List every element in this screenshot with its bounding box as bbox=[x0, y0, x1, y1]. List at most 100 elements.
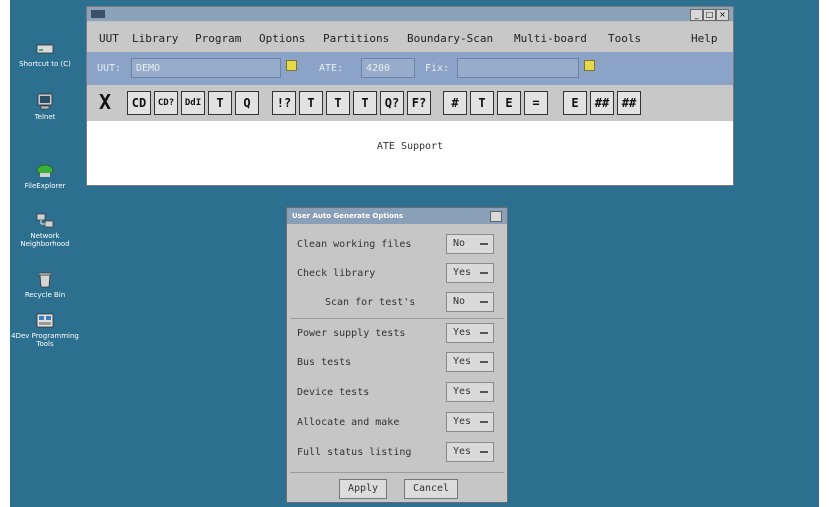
dropdown-indicator-icon bbox=[480, 391, 488, 393]
scan-for-tests-select[interactable]: No bbox=[446, 292, 494, 312]
dropdown-indicator-icon bbox=[480, 332, 488, 334]
dropdown-indicator-icon bbox=[480, 421, 488, 423]
dropdown-indicator-icon bbox=[480, 272, 488, 274]
menu-multi-board[interactable]: Multi-board bbox=[514, 32, 587, 45]
menu-library[interactable]: Library bbox=[132, 32, 178, 45]
report-icon[interactable]: E bbox=[563, 91, 587, 115]
menu-options[interactable]: Options bbox=[259, 32, 305, 45]
fix-dropdown-icon[interactable] bbox=[584, 60, 595, 71]
dropdown-indicator-icon bbox=[480, 243, 488, 245]
option-label: Power supply tests bbox=[297, 328, 406, 339]
option-label: Full status listing bbox=[297, 447, 412, 458]
dialog-close-button[interactable] bbox=[490, 211, 502, 222]
clean-working-files-select[interactable]: No bbox=[446, 234, 494, 254]
probe-icon[interactable]: T bbox=[299, 91, 323, 115]
option-value: Yes bbox=[453, 446, 472, 457]
full-status-listing-select[interactable]: Yes bbox=[446, 442, 494, 462]
option-value: Yes bbox=[453, 327, 472, 338]
minimize-button[interactable]: _ bbox=[690, 9, 703, 21]
fixture-icon[interactable]: = bbox=[524, 91, 548, 115]
divider bbox=[290, 318, 504, 319]
option-value: Yes bbox=[453, 356, 472, 367]
programming-tools-icon bbox=[36, 313, 54, 328]
test-pin-icon[interactable]: T bbox=[326, 91, 350, 115]
option-label: Check library bbox=[297, 268, 376, 279]
option-value: Yes bbox=[453, 267, 472, 278]
main-window: _ □ × UUT Library Program Options Partit… bbox=[86, 6, 734, 186]
power-supply-tests-select[interactable]: Yes bbox=[446, 323, 494, 343]
tester-icon[interactable]: T bbox=[470, 91, 494, 115]
fault-query-icon[interactable]: F? bbox=[407, 91, 431, 115]
magnify-icon[interactable]: Q bbox=[235, 91, 259, 115]
bus-tests-select[interactable]: Yes bbox=[446, 352, 494, 372]
close-x-icon[interactable]: X bbox=[93, 91, 117, 115]
menu-bar: UUT Library Program Options Partitions B… bbox=[87, 22, 733, 52]
uut-dropdown-icon[interactable] bbox=[286, 60, 297, 71]
ate-label: ATE: bbox=[319, 63, 344, 74]
matrix-icon[interactable]: ## bbox=[617, 91, 641, 115]
fix-field[interactable] bbox=[457, 58, 579, 78]
option-value: No bbox=[453, 238, 466, 249]
ate-select[interactable]: 4200 bbox=[361, 58, 415, 78]
menu-uut[interactable]: UUT bbox=[99, 32, 119, 45]
option-row-device-tests: Device tests Yes bbox=[287, 380, 507, 406]
menu-help[interactable]: Help bbox=[691, 32, 718, 45]
desktop-icon-label: 4Dev Programming Tools bbox=[11, 332, 79, 348]
grid-icon[interactable]: ## bbox=[590, 91, 614, 115]
option-row-check-library: Check library Yes bbox=[287, 261, 507, 287]
terminal-icon bbox=[37, 93, 53, 110]
dropdown-indicator-icon bbox=[480, 451, 488, 453]
uut-field[interactable]: DEMO bbox=[131, 58, 281, 78]
app-logo-icon bbox=[91, 10, 105, 18]
option-label: Device tests bbox=[297, 387, 370, 398]
menu-program[interactable]: Program bbox=[195, 32, 241, 45]
cancel-button[interactable]: Cancel bbox=[404, 479, 458, 499]
desktop-icon-shortcut-c[interactable]: Shortcut to (C) bbox=[10, 40, 80, 68]
cd-query-icon[interactable]: CD? bbox=[154, 91, 178, 115]
option-row-scan-for-tests: Scan for test's No bbox=[287, 290, 507, 316]
network-icon bbox=[36, 213, 54, 228]
device-tests-select[interactable]: Yes bbox=[446, 382, 494, 402]
option-value: No bbox=[453, 296, 466, 307]
desktop-icon-programming-tools[interactable]: 4Dev Programming Tools bbox=[10, 312, 80, 348]
menu-partitions[interactable]: Partitions bbox=[323, 32, 389, 45]
menu-boundary-scan[interactable]: Boundary-Scan bbox=[407, 32, 493, 45]
option-label: Clean working files bbox=[297, 239, 412, 250]
apply-button[interactable]: Apply bbox=[339, 479, 387, 499]
toolbar: X CD CD? DdI T Q !? T T T Q? F? # T E = … bbox=[87, 85, 733, 121]
check-library-select[interactable]: Yes bbox=[446, 263, 494, 283]
desktop-icon-telnet[interactable]: Telnet bbox=[10, 93, 80, 121]
desktop-icon-label: Recycle Bin bbox=[24, 291, 66, 299]
test-status-icon[interactable]: !? bbox=[272, 91, 296, 115]
device-icon[interactable]: DdI bbox=[181, 91, 205, 115]
desktop-icon-fileexplorer[interactable]: FileExplorer bbox=[10, 162, 80, 190]
uut-label: UUT: bbox=[97, 63, 122, 74]
board-icon[interactable]: # bbox=[443, 91, 467, 115]
status-area: ATE Support bbox=[87, 121, 733, 185]
maximize-button[interactable]: □ bbox=[703, 9, 716, 21]
query-icon[interactable]: Q? bbox=[380, 91, 404, 115]
search-test-icon[interactable]: T bbox=[208, 91, 232, 115]
cd-icon[interactable]: CD bbox=[127, 91, 151, 115]
desktop-icon-network[interactable]: Network Neighborhood bbox=[10, 212, 80, 248]
desktop-icon-label: Shortcut to (C) bbox=[19, 60, 71, 68]
status-text: ATE Support bbox=[376, 141, 444, 152]
drive-icon bbox=[36, 44, 54, 54]
edit-icon[interactable]: E bbox=[497, 91, 521, 115]
menu-tools[interactable]: Tools bbox=[608, 32, 641, 45]
option-label: Bus tests bbox=[297, 357, 352, 368]
option-label: Scan for test's bbox=[325, 297, 416, 308]
desktop-icon-label: FileExplorer bbox=[24, 182, 66, 190]
dropdown-indicator-icon bbox=[480, 361, 488, 363]
desktop-icon-recycle-bin[interactable]: Recycle Bin bbox=[10, 271, 80, 299]
folder-icon bbox=[36, 164, 54, 177]
recycle-bin-icon bbox=[38, 272, 52, 288]
dialog-title[interactable]: User Auto Generate Options bbox=[287, 208, 507, 224]
main-window-titlebar[interactable]: _ □ × bbox=[87, 7, 733, 21]
allocate-and-make-select[interactable]: Yes bbox=[446, 412, 494, 432]
close-button[interactable]: × bbox=[716, 9, 729, 21]
test-clip-icon[interactable]: T bbox=[353, 91, 377, 115]
option-row-full-status-listing: Full status listing Yes bbox=[287, 440, 507, 466]
option-row-clean-working-files: Clean working files No bbox=[287, 232, 507, 258]
field-bar: UUT: DEMO ATE: 4200 Fix: bbox=[87, 52, 733, 85]
